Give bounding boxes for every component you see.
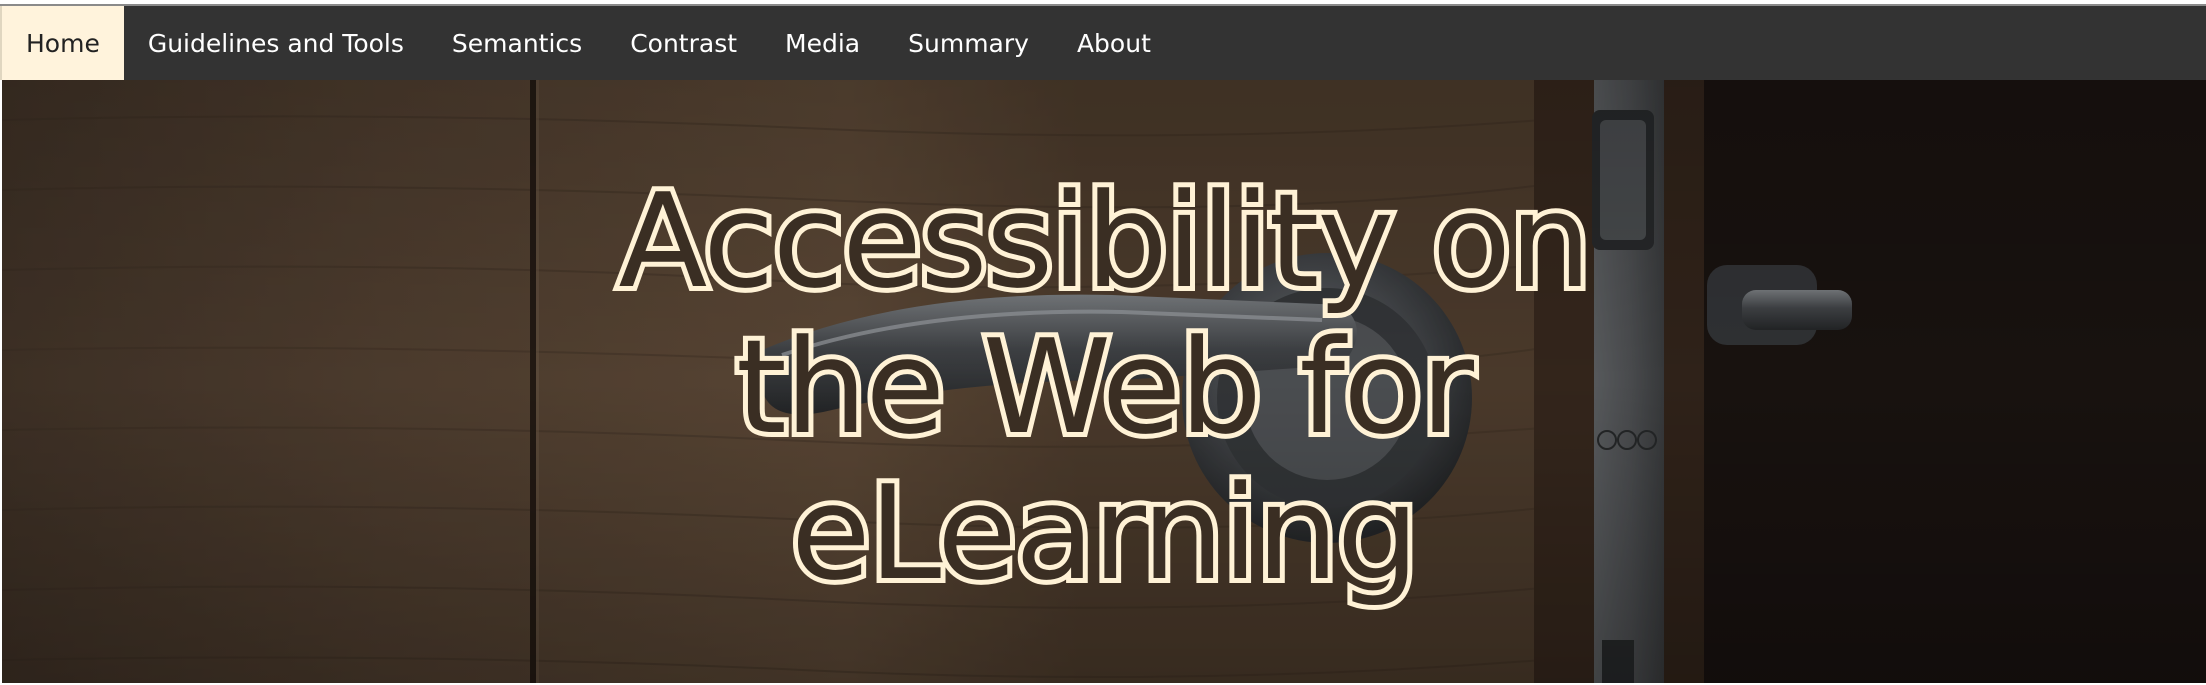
- hero-banner: Accessibility on the Web for eLearning: [2, 80, 2206, 683]
- nav-media[interactable]: Media: [761, 6, 884, 80]
- main-navbar: Home Guidelines and Tools Semantics Cont…: [0, 6, 2206, 80]
- nav-guidelines-and-tools[interactable]: Guidelines and Tools: [124, 6, 428, 80]
- page: Home Guidelines and Tools Semantics Cont…: [0, 0, 2206, 685]
- nav-contrast[interactable]: Contrast: [606, 6, 761, 80]
- door-handle-image: [2, 80, 2206, 683]
- nav-about[interactable]: About: [1053, 6, 1175, 80]
- nav-summary[interactable]: Summary: [884, 6, 1053, 80]
- nav-semantics[interactable]: Semantics: [428, 6, 606, 80]
- nav-home[interactable]: Home: [0, 6, 124, 80]
